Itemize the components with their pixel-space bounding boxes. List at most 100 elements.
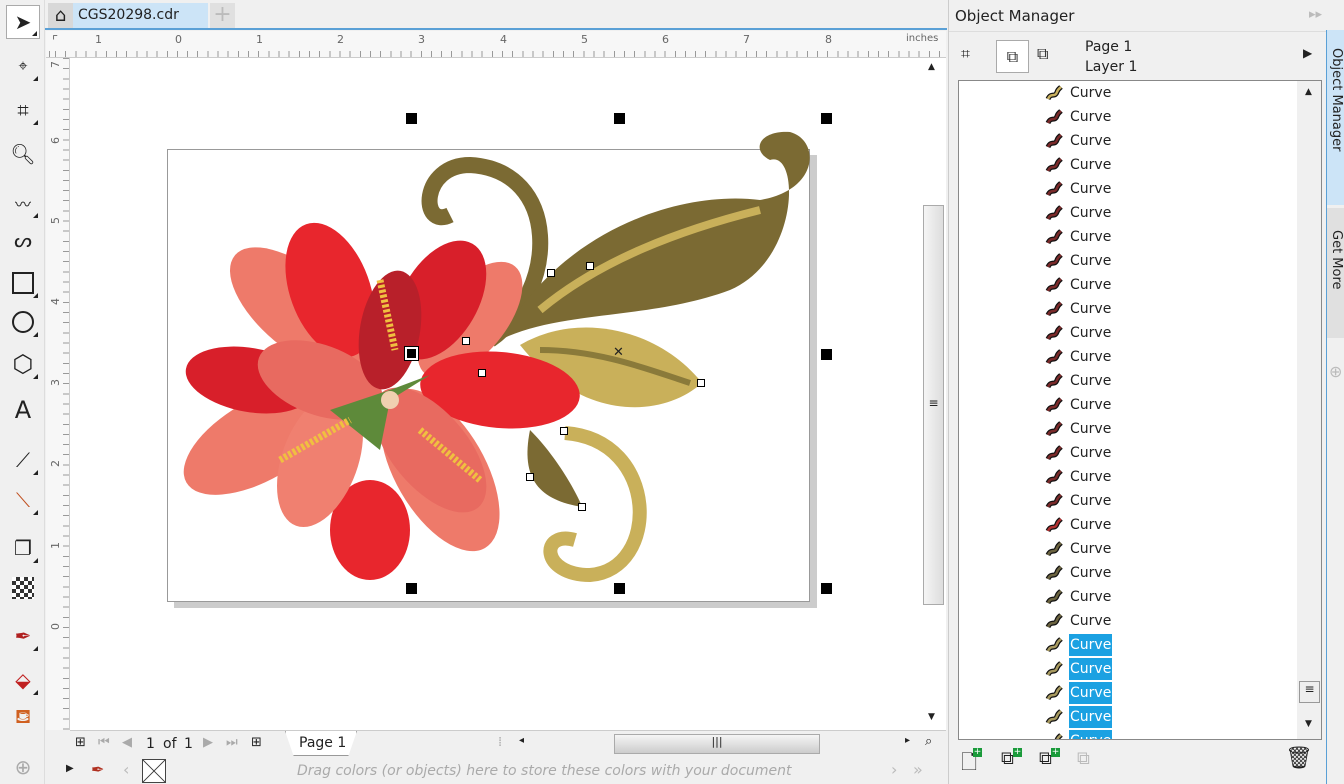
object-list-item[interactable]: Curve	[959, 513, 1299, 537]
drawing-canvas[interactable]: ✕	[70, 58, 921, 730]
pick-tool[interactable]: ➤	[6, 5, 40, 39]
object-list-item[interactable]: Curve	[959, 537, 1299, 561]
palette-scroll-left-icon[interactable]: ‹	[123, 760, 129, 779]
new-master-layer-all-pages-button[interactable]: ⧉ +	[1001, 748, 1022, 769]
object-list-item[interactable]: Curve	[959, 225, 1299, 249]
node[interactable]	[547, 269, 555, 277]
drag-grip[interactable]: ⁞	[498, 735, 502, 750]
object-list-item[interactable]: Curve	[959, 657, 1299, 681]
drop-shadow-tool[interactable]: ❐	[6, 531, 40, 565]
scroll-down-icon[interactable]: ▼	[928, 712, 935, 722]
previous-page-icon[interactable]: ◀	[122, 735, 132, 750]
node[interactable]	[697, 379, 705, 387]
shape-tool[interactable]: ⌖	[6, 49, 40, 83]
selection-handle[interactable]	[406, 583, 417, 594]
new-layer-button[interactable]: 🗋 +	[961, 748, 982, 782]
dimension-tool[interactable]: ⟋	[6, 443, 40, 477]
node[interactable]	[526, 473, 534, 481]
palette-expand-icon[interactable]: »	[913, 760, 923, 779]
object-list-item[interactable]: Curve	[959, 345, 1299, 369]
freehand-tool[interactable]: 〰	[6, 186, 40, 220]
object-list-item[interactable]: Curve	[959, 729, 1299, 739]
object-list-item[interactable]: Curve	[959, 369, 1299, 393]
rectangle-tool[interactable]	[6, 266, 40, 300]
object-list-item[interactable]: Curve	[959, 81, 1299, 105]
selection-handle[interactable]	[404, 346, 419, 361]
add-docker-icon[interactable]: ⊕	[1329, 362, 1342, 381]
docker-tab-get-more[interactable]: Get More	[1327, 208, 1344, 338]
ellipse-tool[interactable]	[6, 305, 40, 339]
object-list-item[interactable]: Curve	[959, 201, 1299, 225]
delete-button[interactable]: 🗑︎	[1285, 746, 1313, 771]
scroll-up-icon[interactable]: ▲	[928, 62, 935, 72]
object-list-item[interactable]: Curve	[959, 705, 1299, 729]
scroll-up-icon[interactable]: ▲	[1305, 87, 1312, 97]
connector-tool[interactable]: ⟍	[6, 483, 40, 517]
zoom-tool[interactable]: 🔍︎	[6, 137, 40, 171]
text-tool[interactable]: A	[6, 393, 40, 427]
eyedropper-icon[interactable]: ✒	[91, 760, 104, 779]
vertical-ruler[interactable]: 7 6 5 4 3 2 1 0	[46, 58, 70, 730]
object-list-item[interactable]: Curve	[959, 417, 1299, 441]
polygon-tool[interactable]: ⬡	[6, 347, 40, 381]
selection-handle[interactable]	[614, 583, 625, 594]
selection-handle[interactable]	[406, 113, 417, 124]
smart-fill-tool[interactable]: ⛾	[6, 700, 40, 734]
node[interactable]	[578, 503, 586, 511]
selection-handle[interactable]	[821, 583, 832, 594]
interactive-fill-tool[interactable]: ⬙	[6, 663, 40, 697]
docker-collapse-icon[interactable]: ▸▸	[1309, 7, 1322, 22]
selection-handle[interactable]	[821, 113, 832, 124]
add-tool-button[interactable]: ⊕	[6, 750, 40, 784]
first-page-icon[interactable]: ⏮	[98, 735, 110, 750]
docker-tab-object-manager[interactable]: Object Manager	[1327, 30, 1344, 205]
next-page-icon[interactable]: ▶	[203, 735, 213, 750]
layer-manager-view-button[interactable]: ⧉	[1037, 44, 1048, 64]
center-x-icon[interactable]: ✕	[613, 345, 624, 360]
node[interactable]	[560, 427, 568, 435]
artistic-media-tool[interactable]: ᔕ	[6, 223, 40, 257]
new-master-layer-even-pages-button[interactable]: ⧉	[1077, 748, 1090, 769]
object-list-item[interactable]: Curve	[959, 561, 1299, 585]
flower-artwork[interactable]	[70, 58, 921, 730]
edit-across-layers-button[interactable]: ⧉	[996, 40, 1029, 73]
ruler-origin-icon[interactable]: ⌜	[52, 34, 58, 49]
scroll-left-icon[interactable]: ◂	[519, 735, 524, 746]
selection-handle[interactable]	[821, 349, 832, 360]
horizontal-scroll-thumb[interactable]: |||	[614, 734, 820, 754]
new-master-layer-odd-pages-button[interactable]: ⧉ +	[1039, 748, 1060, 769]
add-page-before-icon[interactable]: ⊞	[75, 735, 86, 750]
object-list-item[interactable]: Curve	[959, 153, 1299, 177]
object-list-item[interactable]: Curve	[959, 465, 1299, 489]
scroll-down-icon[interactable]: ▼	[1305, 719, 1312, 729]
object-list-item[interactable]: Curve	[959, 249, 1299, 273]
object-list-item[interactable]: Curve	[959, 633, 1299, 657]
object-list-item[interactable]: Curve	[959, 489, 1299, 513]
object-list-item[interactable]: Curve	[959, 681, 1299, 705]
object-list-item[interactable]: Curve	[959, 177, 1299, 201]
node[interactable]	[478, 369, 486, 377]
object-list-item[interactable]: Curve	[959, 129, 1299, 153]
object-list-item[interactable]: Curve	[959, 585, 1299, 609]
page-tab[interactable]: Page 1	[285, 731, 357, 756]
new-tab-button[interactable]: +	[210, 3, 235, 28]
home-tab[interactable]: ⌂	[48, 3, 73, 28]
object-list-item[interactable]: Curve	[959, 321, 1299, 345]
object-list-item[interactable]: Curve	[959, 105, 1299, 129]
transparency-tool[interactable]	[6, 571, 40, 605]
crop-tool[interactable]: ⌗	[6, 93, 40, 127]
zoom-navigator-icon[interactable]: ⌕	[925, 734, 932, 749]
palette-menu-arrow-icon[interactable]: ▶	[66, 763, 74, 774]
object-list-scrollbar[interactable]: ▲ ≡ ▼	[1297, 81, 1321, 739]
vertical-scrollbar[interactable]: ▲ ≡ ▼	[921, 58, 946, 730]
palette-scroll-right-icon[interactable]: ›	[891, 760, 897, 779]
horizontal-ruler[interactable]: ⌜ 1 0 1 2 3 4 5 6 7 8 inches	[46, 31, 946, 58]
object-list-item[interactable]: Curve	[959, 609, 1299, 633]
object-list-item[interactable]: Curve	[959, 297, 1299, 321]
add-page-after-icon[interactable]: ⊞	[251, 735, 262, 750]
node[interactable]	[462, 337, 470, 345]
docker-menu-arrow-icon[interactable]: ▶	[1303, 46, 1312, 60]
document-tab[interactable]: CGS20298.cdr	[73, 3, 208, 28]
object-list-scroll-thumb[interactable]: ≡	[1299, 681, 1320, 703]
selection-handle[interactable]	[614, 113, 625, 124]
